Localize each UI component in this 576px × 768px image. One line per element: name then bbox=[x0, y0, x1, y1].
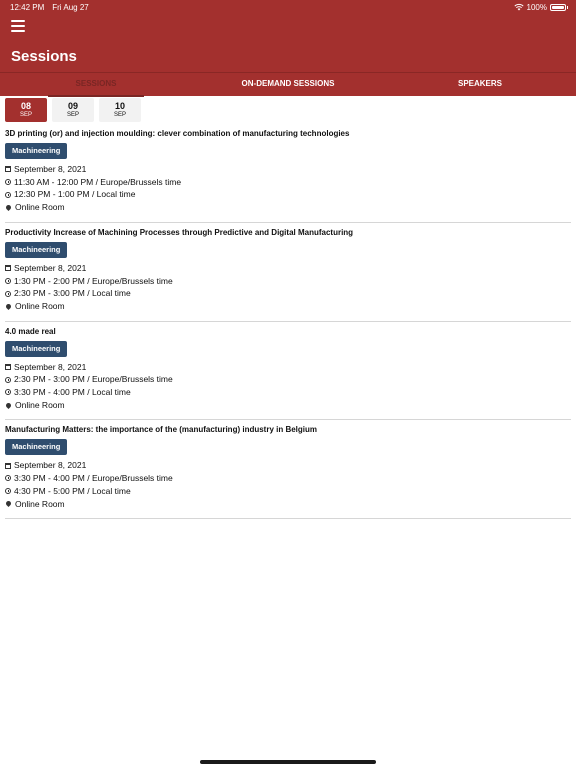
session-time-local-row: 12:30 PM - 1:00 PM / Local time bbox=[5, 188, 571, 201]
session-date-row: September 8, 2021 bbox=[5, 459, 571, 472]
session-location-row: Online Room bbox=[4, 300, 571, 313]
clock-icon bbox=[5, 376, 11, 383]
session-time-local-row: 3:30 PM - 4:00 PM / Local time bbox=[5, 386, 571, 399]
tab-speakers[interactable]: SPEAKERS bbox=[384, 73, 576, 97]
session-title[interactable]: Manufacturing Matters: the importance of… bbox=[5, 420, 571, 435]
session-time-brussels: 2:30 PM - 3:00 PM / Europe/Brussels time bbox=[14, 374, 173, 385]
date-month: SEP bbox=[113, 112, 126, 118]
tab-sessions[interactable]: SESSIONS bbox=[0, 73, 192, 97]
date-month: SEP bbox=[19, 112, 32, 118]
session-date-row: September 8, 2021 bbox=[5, 163, 571, 176]
tab-on-demand-sessions[interactable]: ON-DEMAND SESSIONS bbox=[192, 73, 384, 97]
session-time-brussels-row: 1:30 PM - 2:00 PM / Europe/Brussels time bbox=[5, 275, 571, 288]
session-location: Online Room bbox=[15, 399, 65, 410]
session-time-brussels-row: 11:30 AM - 12:00 PM / Europe/Brussels ti… bbox=[5, 176, 571, 189]
location-pin-icon bbox=[4, 302, 13, 310]
track-tag[interactable]: Machineering bbox=[5, 439, 68, 456]
session-time-local-row: 4:30 PM - 5:00 PM / Local time bbox=[5, 485, 571, 498]
clock-icon bbox=[5, 475, 11, 482]
clock-icon bbox=[5, 277, 11, 284]
location-pin-icon bbox=[4, 401, 13, 409]
calendar-icon bbox=[5, 265, 11, 272]
track-tag[interactable]: Machineering bbox=[5, 340, 68, 357]
status-date: Fri Aug 27 bbox=[52, 2, 89, 12]
status-indicators: 100% bbox=[513, 2, 568, 12]
session-date-row: September 8, 2021 bbox=[5, 262, 571, 275]
track-tag[interactable]: Machineering bbox=[5, 241, 68, 258]
date-selector: 08 SEP 09 SEP 10 SEP bbox=[0, 96, 576, 124]
session-location: Online Room bbox=[15, 300, 65, 311]
session-title[interactable]: 3D printing (or) and injection moulding:… bbox=[5, 124, 571, 139]
location-pin-icon bbox=[4, 500, 13, 508]
session-list: 3D printing (or) and injection moulding:… bbox=[0, 124, 576, 520]
app-header: 12:42 PM Fri Aug 27 100% Sessions SESSIO… bbox=[0, 0, 576, 97]
session-time-brussels: 3:30 PM - 4:00 PM / Europe/Brussels time bbox=[14, 473, 173, 484]
date-chip-09-sep[interactable]: 09 SEP bbox=[52, 98, 94, 122]
session-time-brussels-row: 2:30 PM - 3:00 PM / Europe/Brussels time bbox=[5, 373, 571, 386]
track-tag[interactable]: Machineering bbox=[5, 143, 68, 159]
date-chip-08-sep[interactable]: 08 SEP bbox=[5, 98, 47, 122]
page-title: Sessions bbox=[11, 48, 77, 65]
clock-icon bbox=[5, 191, 11, 198]
date-day: 10 bbox=[114, 101, 125, 111]
session-location: Online Room bbox=[15, 202, 65, 213]
wifi-icon bbox=[513, 3, 524, 11]
session-card[interactable]: Manufacturing Matters: the importance of… bbox=[4, 420, 571, 520]
calendar-icon bbox=[5, 462, 11, 469]
session-time-local: 12:30 PM - 1:00 PM / Local time bbox=[14, 189, 136, 200]
session-time-local: 2:30 PM - 3:00 PM / Local time bbox=[14, 288, 131, 299]
battery-percent: 100% bbox=[526, 2, 547, 12]
tab-bar: SESSIONS ON-DEMAND SESSIONS SPEAKERS bbox=[0, 72, 576, 97]
session-date-row: September 8, 2021 bbox=[5, 361, 571, 374]
clock-icon bbox=[5, 290, 11, 297]
session-card[interactable]: 3D printing (or) and injection moulding:… bbox=[4, 124, 571, 223]
date-chip-10-sep[interactable]: 10 SEP bbox=[99, 98, 141, 122]
hamburger-menu-icon[interactable] bbox=[11, 20, 25, 32]
status-time: 12:42 PM bbox=[10, 2, 45, 12]
battery-icon bbox=[550, 3, 568, 11]
session-time-local-row: 2:30 PM - 3:00 PM / Local time bbox=[5, 287, 571, 300]
session-date: September 8, 2021 bbox=[14, 262, 87, 273]
session-date: September 8, 2021 bbox=[14, 460, 87, 471]
date-day: 08 bbox=[20, 101, 31, 111]
date-day: 09 bbox=[67, 101, 78, 111]
date-month: SEP bbox=[66, 112, 79, 118]
session-title[interactable]: Productivity Increase of Machining Proce… bbox=[5, 223, 571, 238]
session-card[interactable]: Productivity Increase of Machining Proce… bbox=[4, 223, 571, 322]
calendar-icon bbox=[5, 166, 11, 173]
clock-icon bbox=[5, 179, 11, 186]
home-indicator[interactable] bbox=[200, 760, 376, 764]
session-location-row: Online Room bbox=[4, 399, 571, 412]
calendar-icon bbox=[5, 363, 11, 370]
session-date: September 8, 2021 bbox=[14, 164, 87, 174]
clock-icon bbox=[5, 389, 11, 396]
session-time-local: 3:30 PM - 4:00 PM / Local time bbox=[14, 387, 131, 398]
session-time-brussels: 1:30 PM - 2:00 PM / Europe/Brussels time bbox=[14, 275, 173, 286]
session-time-local: 4:30 PM - 5:00 PM / Local time bbox=[14, 485, 131, 496]
session-date: September 8, 2021 bbox=[14, 361, 87, 372]
session-location-row: Online Room bbox=[4, 498, 571, 511]
clock-icon bbox=[5, 488, 11, 495]
location-pin-icon bbox=[4, 203, 13, 211]
session-time-brussels-row: 3:30 PM - 4:00 PM / Europe/Brussels time bbox=[5, 472, 571, 485]
session-title[interactable]: 4.0 made real bbox=[5, 322, 571, 337]
session-time-brussels: 11:30 AM - 12:00 PM / Europe/Brussels ti… bbox=[14, 176, 182, 187]
session-location: Online Room bbox=[15, 498, 65, 509]
status-bar: 12:42 PM Fri Aug 27 100% bbox=[0, 0, 576, 14]
session-location-row: Online Room bbox=[4, 201, 571, 214]
session-card[interactable]: 4.0 made real Machineering September 8, … bbox=[4, 322, 571, 421]
